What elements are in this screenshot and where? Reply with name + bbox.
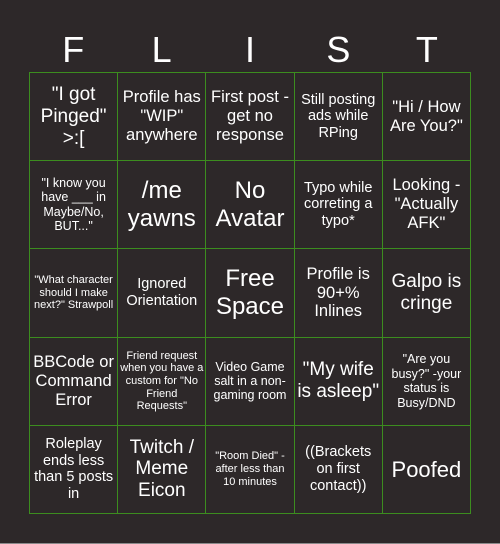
bingo-cell[interactable]: ((Brackets on first contact)): [294, 425, 382, 513]
bingo-cell[interactable]: No Avatar: [206, 161, 294, 249]
header-letter-l: L: [151, 29, 172, 70]
bingo-cell[interactable]: Roleplay ends less than 5 posts in: [30, 425, 118, 513]
header-letter-i: I: [245, 29, 256, 70]
bingo-cell[interactable]: Profile is 90+% Inlines: [294, 249, 382, 337]
bingo-header: F L I S T: [29, 28, 471, 72]
bingo-cell[interactable]: "What character should I make next?" Str…: [30, 249, 118, 337]
bingo-cell[interactable]: Profile has "WIP" anywhere: [118, 73, 206, 161]
bingo-cell[interactable]: "Are you busy?" -your status is Busy/DND: [382, 337, 470, 425]
header-letter-t: T: [415, 29, 438, 70]
bingo-cell[interactable]: Friend request when you have a custom fo…: [118, 337, 206, 425]
bingo-board: "I got Pinged" >:[ Profile has "WIP" any…: [29, 72, 471, 514]
bingo-cell[interactable]: "Room Died" - after less than 10 minutes: [206, 425, 294, 513]
bingo-cell[interactable]: Twitch / Meme Eicon: [118, 425, 206, 513]
bingo-cell[interactable]: Video Game salt in a non-gaming room: [206, 337, 294, 425]
bingo-cell[interactable]: Ignored Orientation: [118, 249, 206, 337]
bingo-cell[interactable]: /me yawns: [118, 161, 206, 249]
bingo-cell[interactable]: Looking - "Actually AFK": [382, 161, 470, 249]
bingo-cell[interactable]: Typo while correting a typo*: [294, 161, 382, 249]
bingo-cell[interactable]: "Hi / How Are You?": [382, 73, 470, 161]
header-letter-s: S: [326, 29, 351, 70]
bingo-cell[interactable]: Still posting ads while RPing: [294, 73, 382, 161]
bingo-cell[interactable]: "I know you have ___ in Maybe/No, BUT...…: [30, 161, 118, 249]
bingo-cell[interactable]: Poofed: [382, 425, 470, 513]
header-letter-f: F: [62, 29, 85, 70]
bingo-cell[interactable]: "I got Pinged" >:[: [30, 73, 118, 161]
free-space-cell[interactable]: Free Space: [206, 249, 294, 337]
bingo-cell[interactable]: First post - get no response: [206, 73, 294, 161]
bingo-cell[interactable]: Galpo is cringe: [382, 249, 470, 337]
bingo-cell[interactable]: BBCode or Command Error: [30, 337, 118, 425]
bingo-cell[interactable]: "My wife is asleep": [294, 337, 382, 425]
